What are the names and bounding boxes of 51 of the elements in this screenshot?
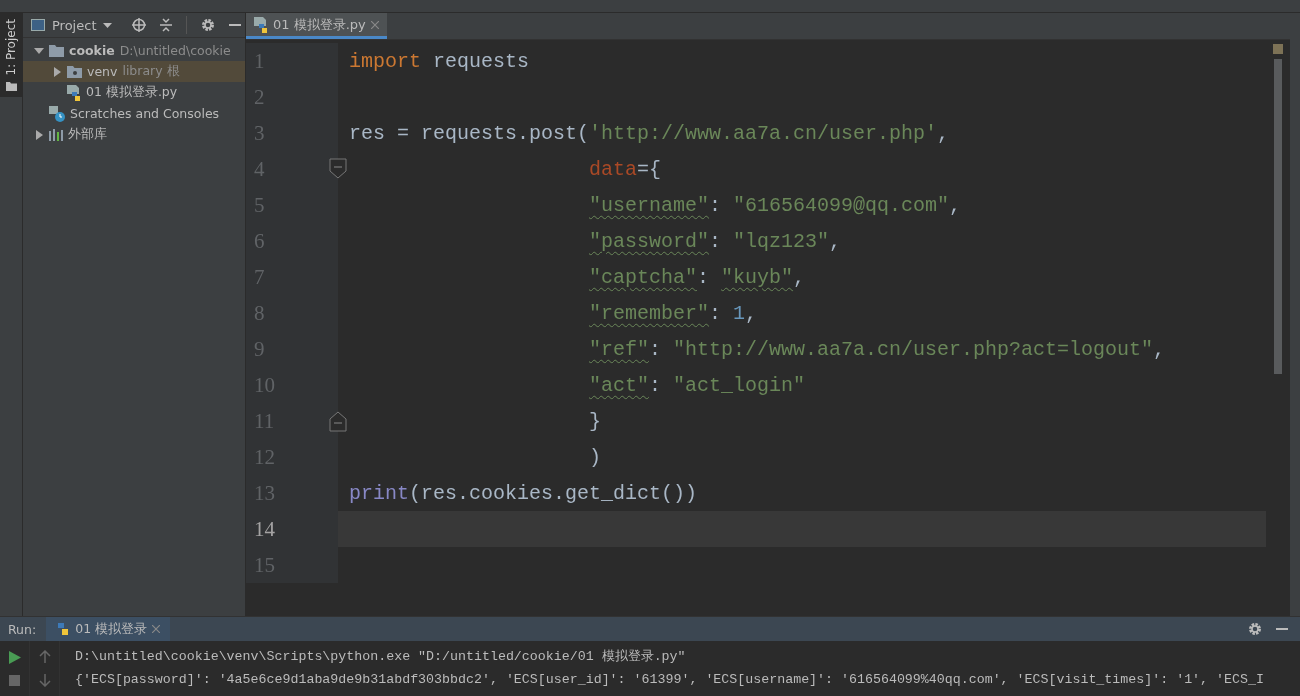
code-line: "act": "act_login" xyxy=(589,373,806,397)
code-line: } xyxy=(589,409,601,433)
library-icon xyxy=(49,128,63,141)
code-line: data={ xyxy=(589,157,662,181)
fold-marker-icon[interactable] xyxy=(329,410,347,432)
scrollbar[interactable] xyxy=(1274,59,1282,374)
down-arrow-icon[interactable] xyxy=(38,673,51,687)
up-arrow-icon[interactable] xyxy=(38,650,51,664)
folder-icon xyxy=(67,65,82,78)
scratches-icon xyxy=(49,105,65,122)
tree-item[interactable]: 01 模拟登录.py xyxy=(23,82,245,103)
line-number: 14 xyxy=(254,516,275,542)
code-line: "ref": "http://www.aa7a.cn/user.php?act=logout", xyxy=(589,337,1166,361)
expand-arrow-icon[interactable] xyxy=(34,129,44,140)
fold-marker-icon[interactable] xyxy=(329,158,347,180)
folder-icon xyxy=(5,81,17,91)
console-output-line: {'ECS[password]': '4a5e6ce9d1aba9de9b31abdf303bbdc2', 'ECS[user_id]': '61399', 'ECS[username]': '616564099%40qq.com', 'ECS[visit_times]': '1', 'ECS_I xyxy=(75,671,1264,689)
run-icon[interactable] xyxy=(8,650,21,664)
tree-item[interactable]: venv library 根 xyxy=(23,61,245,82)
python-file-icon xyxy=(67,84,81,101)
window-icon xyxy=(31,19,45,31)
code-line: res = requests.post('http://www.aa7a.cn/user.php', xyxy=(349,121,950,145)
python-file-icon xyxy=(254,16,268,33)
run-tab[interactable]: 01 模拟登录 xyxy=(46,617,171,641)
code-line: "password": "lqz123", xyxy=(589,229,842,253)
close-icon[interactable] xyxy=(152,625,161,633)
project-view-dropdown[interactable]: Project xyxy=(31,17,113,33)
console-output-line: D:\untitled\cookie\venv\Scripts\python.exe "D:/untitled/cookie/01 模拟登录.py" xyxy=(75,648,687,666)
folder-icon xyxy=(49,44,64,57)
tree-item[interactable]: Scratches and Consoles xyxy=(23,103,245,124)
tree-item[interactable]: cookie D:\untitled\cookie xyxy=(23,40,245,61)
collapse-icon[interactable] xyxy=(160,18,172,32)
code-line: print(res.cookies.get_dict()) xyxy=(349,481,698,505)
caret-icon xyxy=(103,22,113,28)
stop-icon[interactable] xyxy=(9,675,20,687)
locate-icon[interactable] xyxy=(132,18,146,32)
code-line: "captcha": "kuyb", xyxy=(589,265,806,289)
code-line: "username": "616564099@qq.com", xyxy=(589,193,962,217)
editor-tab[interactable]: 01 模拟登录.py xyxy=(246,13,387,39)
tree-item[interactable]: 外部库 xyxy=(23,124,245,145)
run-label: Run: xyxy=(8,621,37,637)
close-icon[interactable] xyxy=(370,20,379,29)
settings-icon[interactable] xyxy=(1248,622,1262,636)
code-line: "remember": 1, xyxy=(589,301,758,325)
project-tool-tab[interactable]: 1: Project xyxy=(0,13,22,97)
collapse-arrow-icon[interactable] xyxy=(34,45,44,56)
code-line: import requests xyxy=(349,49,530,73)
python-icon xyxy=(56,622,71,636)
expand-arrow-icon[interactable] xyxy=(52,66,62,77)
settings-icon[interactable] xyxy=(201,18,215,32)
code-line: ) xyxy=(589,445,601,469)
